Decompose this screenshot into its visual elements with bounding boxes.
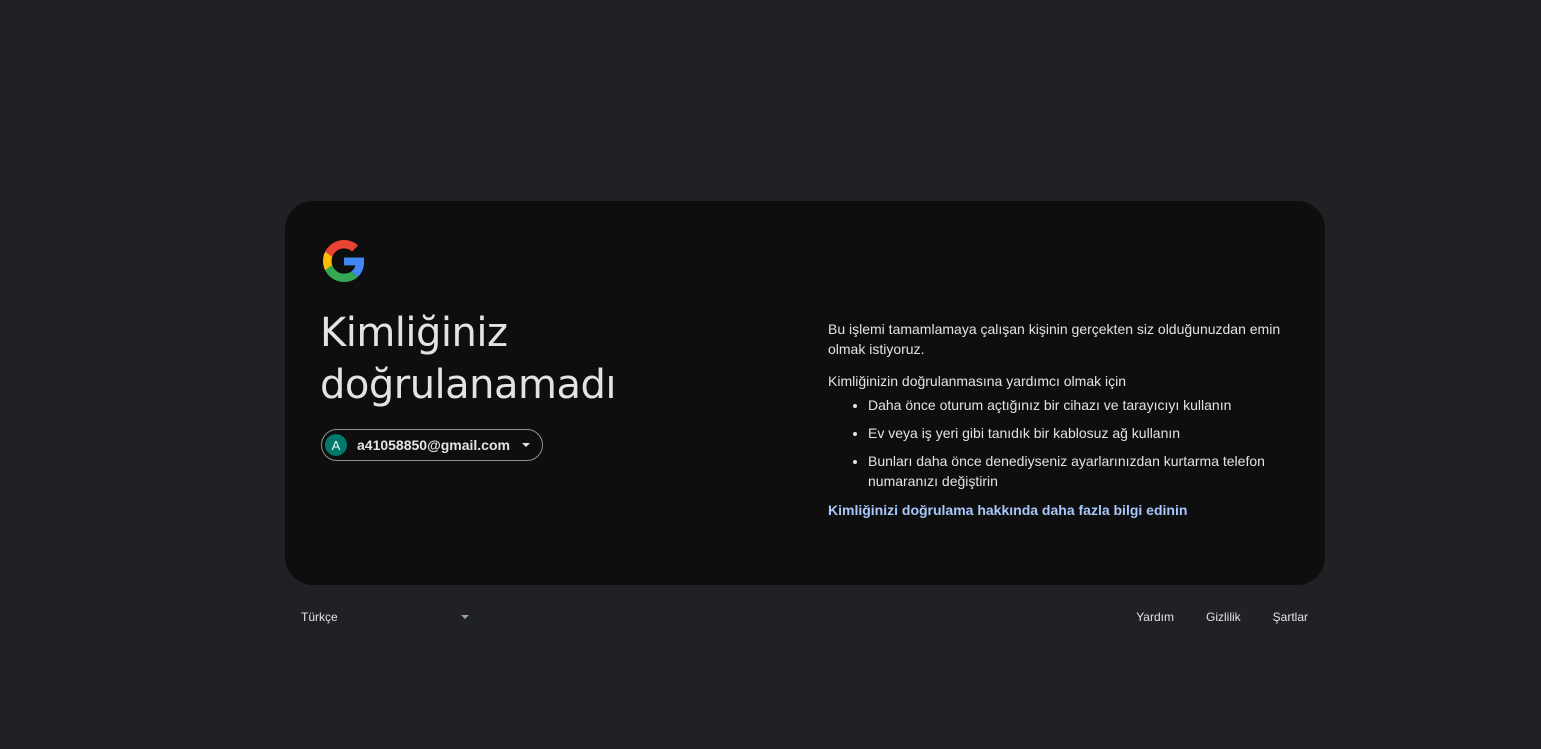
google-logo-icon — [323, 240, 365, 282]
privacy-link[interactable]: Gizlilik — [1206, 610, 1241, 624]
language-select[interactable]: Türkçe — [301, 605, 469, 629]
list-item: Bunları daha önce denediyseniz ayarların… — [868, 451, 1288, 491]
footer: Türkçe Yardım Gizlilik Şartlar — [285, 605, 1325, 629]
verification-card: Kimliğiniz doğrulanamadı A a41058850@gma… — [285, 201, 1325, 585]
footer-links: Yardım Gizlilik Şartlar — [1104, 605, 1308, 629]
language-select-value: Türkçe — [301, 610, 338, 624]
page-title: Kimliğiniz doğrulanamadı — [320, 310, 617, 408]
list-item: Ev veya iş yeri gibi tanıdık bir kablosu… — [868, 423, 1288, 443]
chevron-down-icon — [461, 615, 469, 619]
terms-link[interactable]: Şartlar — [1273, 610, 1308, 624]
help-heading: Kimliğinizin doğrulanmasına yardımcı olm… — [828, 373, 1127, 389]
list-item: Daha önce oturum açtığınız bir cihazı ve… — [868, 395, 1288, 415]
chevron-down-icon — [521, 443, 530, 447]
account-switcher-chip[interactable]: A a41058850@gmail.com — [321, 429, 543, 461]
help-link[interactable]: Yardım — [1136, 610, 1174, 624]
learn-more-link[interactable]: Kimliğinizi doğrulama hakkında daha fazl… — [828, 500, 1187, 520]
tips-list: Daha önce oturum açtığınız bir cihazı ve… — [828, 395, 1288, 491]
intro-text: Bu işlemi tamamlamaya çalışan kişinin ge… — [828, 321, 1281, 357]
account-email: a41058850@gmail.com — [357, 437, 510, 453]
avatar: A — [325, 434, 347, 456]
explanation-section: Bu işlemi tamamlamaya çalışan kişinin ge… — [828, 319, 1288, 520]
